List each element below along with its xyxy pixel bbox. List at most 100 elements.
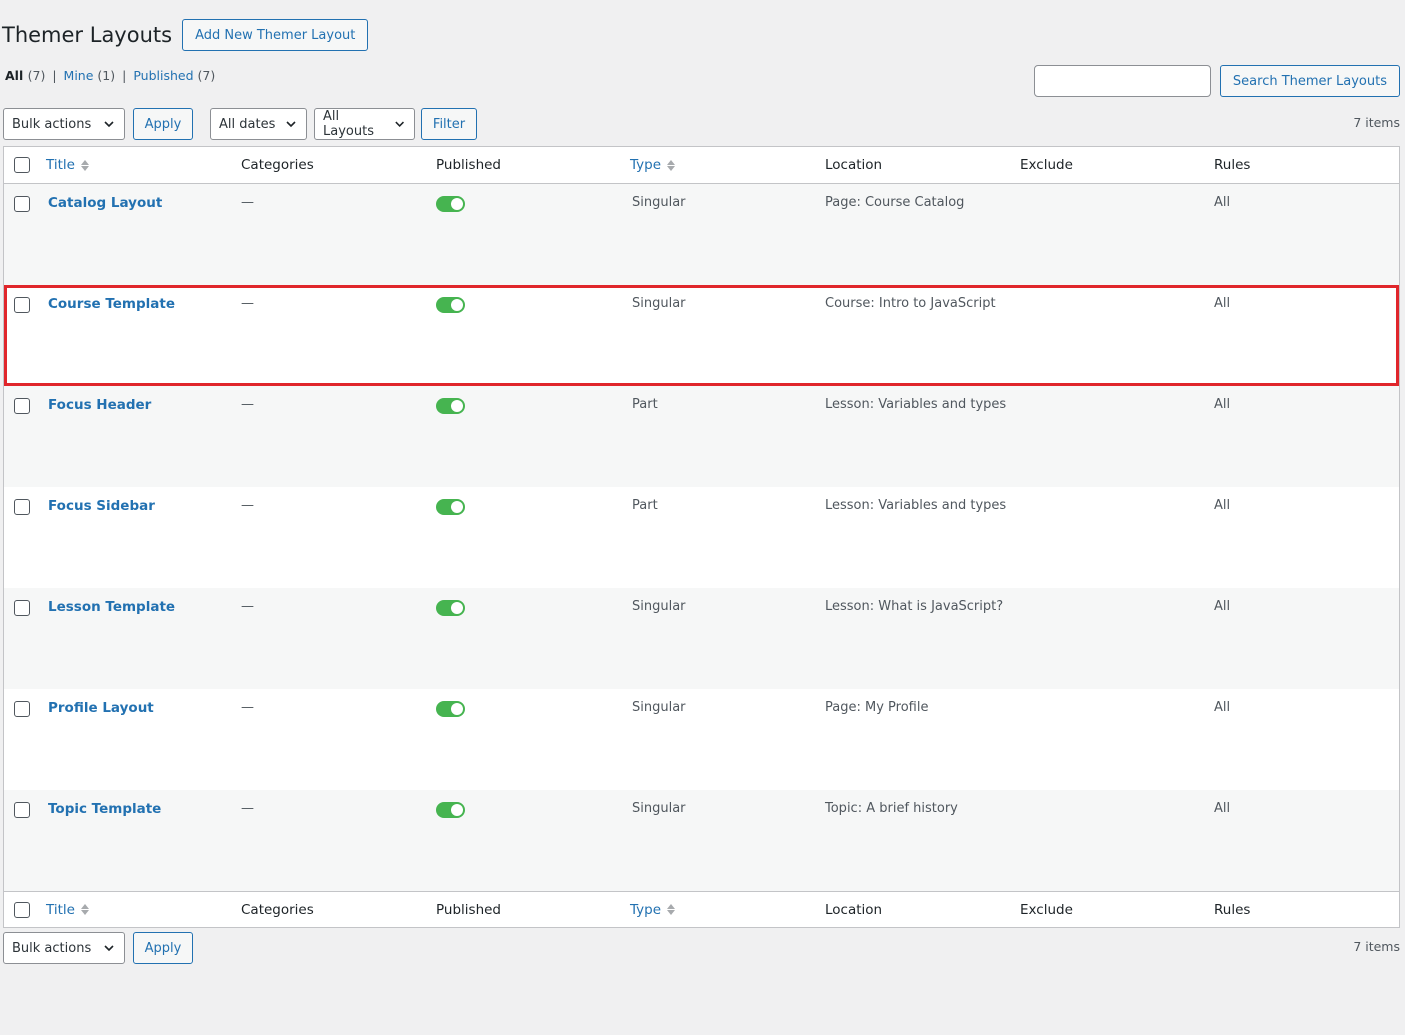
- bulk-actions-select[interactable]: Bulk actions: [3, 932, 125, 964]
- table-row: Focus Sidebar — Part Lesson: Variables a…: [4, 487, 1399, 588]
- exclude-value: [1020, 386, 1214, 397]
- apply-button[interactable]: Apply: [133, 108, 193, 140]
- items-count: 7 items: [1353, 939, 1400, 954]
- table-body: Catalog Layout — Singular Page: Course C…: [4, 184, 1399, 891]
- location-value: Lesson: Variables and types: [825, 397, 1007, 412]
- row-checkbox[interactable]: [14, 499, 30, 515]
- tablenav-bottom: Bulk actions Apply: [3, 932, 193, 964]
- column-location: Location: [825, 157, 883, 173]
- exclude-value: [1020, 184, 1214, 195]
- row-checkbox[interactable]: [14, 196, 30, 212]
- dates-select[interactable]: All dates: [210, 108, 307, 140]
- select-all-checkbox[interactable]: [14, 901, 30, 918]
- categories-value: —: [241, 195, 254, 210]
- column-type[interactable]: Type: [630, 902, 825, 918]
- chevron-down-icon: [395, 121, 404, 127]
- published-toggle[interactable]: [436, 701, 465, 717]
- layout-title-link[interactable]: Catalog Layout: [48, 195, 162, 211]
- table-row: Focus Header — Part Lesson: Variables an…: [4, 386, 1399, 487]
- published-toggle[interactable]: [436, 802, 465, 818]
- sort-icon: [80, 159, 89, 171]
- type-value: Singular: [632, 700, 686, 715]
- layouts-select[interactable]: All Layouts: [314, 108, 415, 140]
- table-header: Title Categories Published Type Location…: [4, 147, 1399, 184]
- rules-value: All: [1214, 397, 1231, 412]
- search-box: Search Themer Layouts: [1033, 65, 1400, 97]
- categories-value: —: [241, 397, 254, 412]
- type-value: Singular: [632, 801, 686, 816]
- column-categories: Categories: [241, 157, 314, 173]
- type-value: Part: [632, 397, 658, 412]
- column-exclude: Exclude: [1020, 157, 1073, 173]
- row-checkbox[interactable]: [14, 398, 30, 414]
- sort-icon: [667, 904, 676, 915]
- table-row: Lesson Template — Singular Lesson: What …: [4, 588, 1399, 689]
- sort-icon: [667, 159, 676, 171]
- rules-value: All: [1214, 296, 1231, 311]
- published-toggle[interactable]: [436, 600, 465, 616]
- rules-value: All: [1214, 801, 1231, 816]
- row-checkbox[interactable]: [14, 297, 30, 313]
- themer-layouts-table: Title Categories Published Type Location…: [3, 146, 1400, 928]
- row-checkbox[interactable]: [14, 802, 30, 818]
- table-footer: Title Categories Published Type Location…: [4, 891, 1399, 927]
- location-value: Page: My Profile: [825, 700, 929, 715]
- table-row: Catalog Layout — Singular Page: Course C…: [4, 184, 1399, 285]
- layout-title-link[interactable]: Lesson Template: [48, 599, 175, 615]
- exclude-value: [1020, 285, 1214, 296]
- bulk-actions-select[interactable]: Bulk actions: [3, 108, 125, 140]
- exclude-value: [1020, 588, 1214, 599]
- rules-value: All: [1214, 700, 1231, 715]
- view-separator: |: [122, 68, 127, 83]
- view-separator: |: [52, 68, 57, 83]
- categories-value: —: [241, 801, 254, 816]
- column-title[interactable]: Title: [46, 902, 241, 918]
- location-value: Lesson: What is JavaScript?: [825, 599, 1004, 614]
- layout-title-link[interactable]: Course Template: [48, 296, 175, 312]
- select-all-checkbox[interactable]: [14, 157, 30, 173]
- layout-title-link[interactable]: Topic Template: [48, 801, 161, 817]
- layout-title-link[interactable]: Profile Layout: [48, 700, 154, 716]
- published-toggle[interactable]: [436, 398, 465, 414]
- table-row: Topic Template — Singular Topic: A brief…: [4, 790, 1399, 891]
- exclude-value: [1020, 689, 1214, 700]
- published-toggle[interactable]: [436, 196, 465, 212]
- location-value: Course: Intro to JavaScript: [825, 296, 996, 311]
- published-toggle[interactable]: [436, 297, 465, 313]
- tablenav-top: Bulk actions Apply All dates All Layouts…: [3, 108, 477, 140]
- layout-title-link[interactable]: Focus Sidebar: [48, 498, 155, 514]
- search-input[interactable]: [1033, 65, 1211, 97]
- view-published[interactable]: Published (7): [133, 67, 215, 85]
- chevron-down-icon: [104, 945, 114, 952]
- column-published: Published: [436, 901, 501, 918]
- view-all[interactable]: All (7): [5, 67, 45, 85]
- column-title[interactable]: Title: [46, 157, 241, 173]
- add-new-themer-layout-button[interactable]: Add New Themer Layout: [182, 19, 369, 51]
- type-value: Singular: [632, 599, 686, 614]
- row-checkbox[interactable]: [14, 600, 30, 616]
- items-count: 7 items: [1353, 115, 1400, 130]
- type-value: Singular: [632, 296, 686, 311]
- type-value: Part: [632, 498, 658, 513]
- view-mine[interactable]: Mine (1): [64, 67, 116, 85]
- rules-value: All: [1214, 498, 1231, 513]
- view-filters: All (7) | Mine (1) | Published (7): [5, 67, 215, 85]
- page-header: Themer Layouts Add New Themer Layout: [2, 19, 369, 51]
- apply-button[interactable]: Apply: [133, 932, 193, 964]
- layout-title-link[interactable]: Focus Header: [48, 397, 151, 413]
- search-themer-layouts-button[interactable]: Search Themer Layouts: [1219, 65, 1400, 97]
- chevron-down-icon: [104, 121, 114, 128]
- row-checkbox[interactable]: [14, 701, 30, 717]
- table-row: Profile Layout — Singular Page: My Profi…: [4, 689, 1399, 790]
- location-value: Page: Course Catalog: [825, 195, 965, 210]
- column-categories: Categories: [241, 901, 314, 918]
- column-rules: Rules: [1214, 901, 1251, 918]
- rules-value: All: [1214, 195, 1231, 210]
- column-type[interactable]: Type: [630, 157, 825, 173]
- table-row: Course Template — Singular Course: Intro…: [4, 285, 1399, 386]
- location-value: Topic: A brief history: [825, 801, 958, 816]
- column-published: Published: [436, 157, 501, 173]
- filter-button[interactable]: Filter: [421, 108, 477, 140]
- categories-value: —: [241, 599, 254, 614]
- published-toggle[interactable]: [436, 499, 465, 515]
